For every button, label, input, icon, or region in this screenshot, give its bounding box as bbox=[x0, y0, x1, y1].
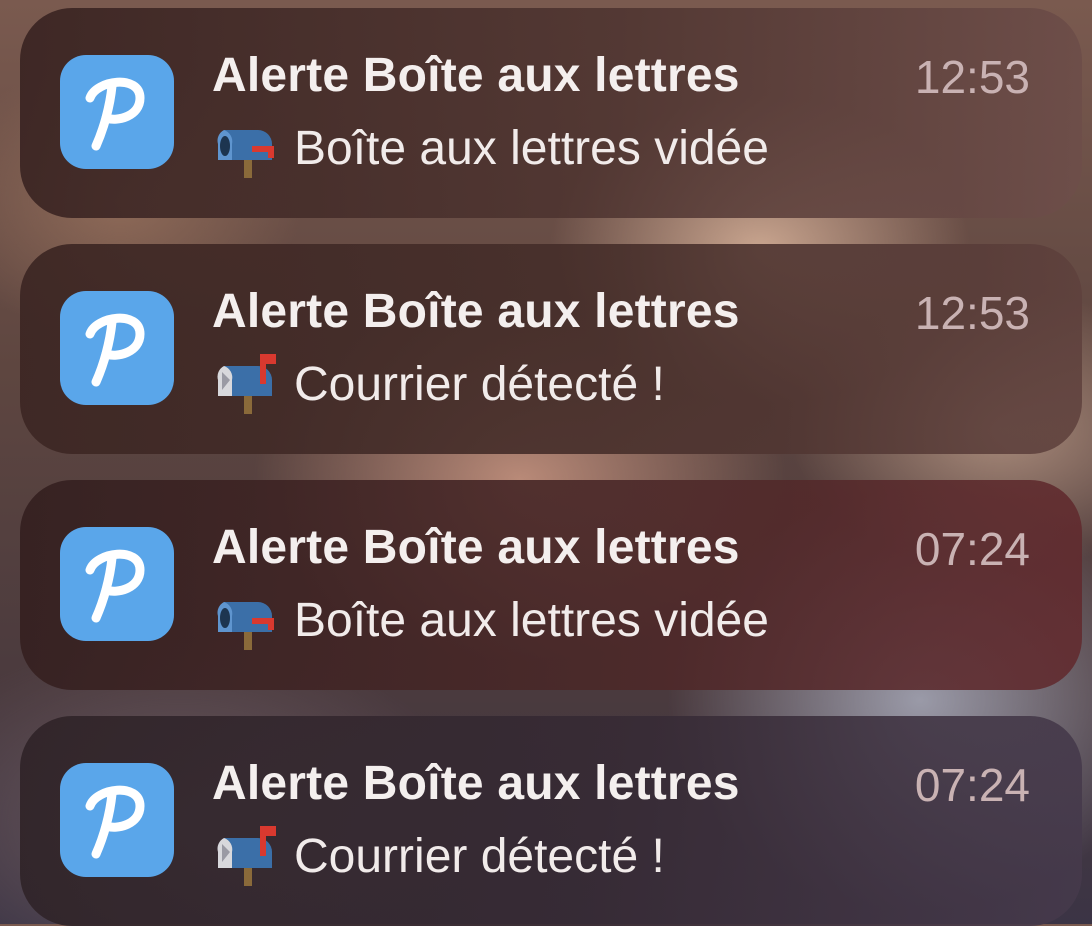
app-icon bbox=[60, 527, 174, 641]
notification-title: Alerte Boîte aux lettres bbox=[212, 285, 740, 338]
notification-title: Alerte Boîte aux lettres bbox=[212, 757, 740, 810]
mailbox-raised-flag-icon bbox=[217, 826, 276, 886]
notification-message: Boîte aux lettres vidée bbox=[294, 593, 769, 647]
notification-card[interactable]: Alerte Boîte aux lettres 07:24 Boîte aux… bbox=[20, 480, 1082, 690]
mailbox-lowered-flag-icon bbox=[217, 602, 274, 650]
p-logo-icon bbox=[85, 785, 145, 859]
app-icon bbox=[60, 55, 174, 169]
p-logo-icon bbox=[85, 77, 145, 151]
notification-title: Alerte Boîte aux lettres bbox=[212, 521, 740, 574]
notification-time: 12:53 bbox=[914, 51, 1030, 103]
notification-card[interactable]: Alerte Boîte aux lettres 07:24 Courrier … bbox=[20, 716, 1082, 926]
p-logo-icon bbox=[85, 549, 145, 623]
p-logo-icon bbox=[85, 313, 145, 387]
notification-time: 07:24 bbox=[914, 759, 1030, 811]
notification-time: 12:53 bbox=[914, 287, 1030, 339]
notification-card[interactable]: Alerte Boîte aux lettres 12:53 Courrier … bbox=[20, 244, 1082, 454]
notification-message: Boîte aux lettres vidée bbox=[294, 121, 769, 175]
notification-body: Boîte aux lettres vidée bbox=[214, 588, 769, 652]
app-icon bbox=[60, 763, 174, 877]
notification-time: 07:24 bbox=[914, 523, 1030, 575]
notification-body: Courrier détecté ! bbox=[214, 352, 665, 416]
app-icon bbox=[60, 291, 174, 405]
mailbox-raised-flag-icon bbox=[217, 354, 276, 414]
notification-stack: Alerte Boîte aux lettres 12:53 Boîte aux… bbox=[20, 8, 1082, 926]
notification-title: Alerte Boîte aux lettres bbox=[212, 49, 740, 102]
notification-body: Boîte aux lettres vidée bbox=[214, 116, 769, 180]
notification-body: Courrier détecté ! bbox=[214, 824, 665, 888]
notification-message: Courrier détecté ! bbox=[294, 829, 665, 883]
notification-message: Courrier détecté ! bbox=[294, 357, 665, 411]
mailbox-lowered-flag-icon bbox=[217, 130, 274, 178]
notification-card[interactable]: Alerte Boîte aux lettres 12:53 Boîte aux… bbox=[20, 8, 1082, 218]
